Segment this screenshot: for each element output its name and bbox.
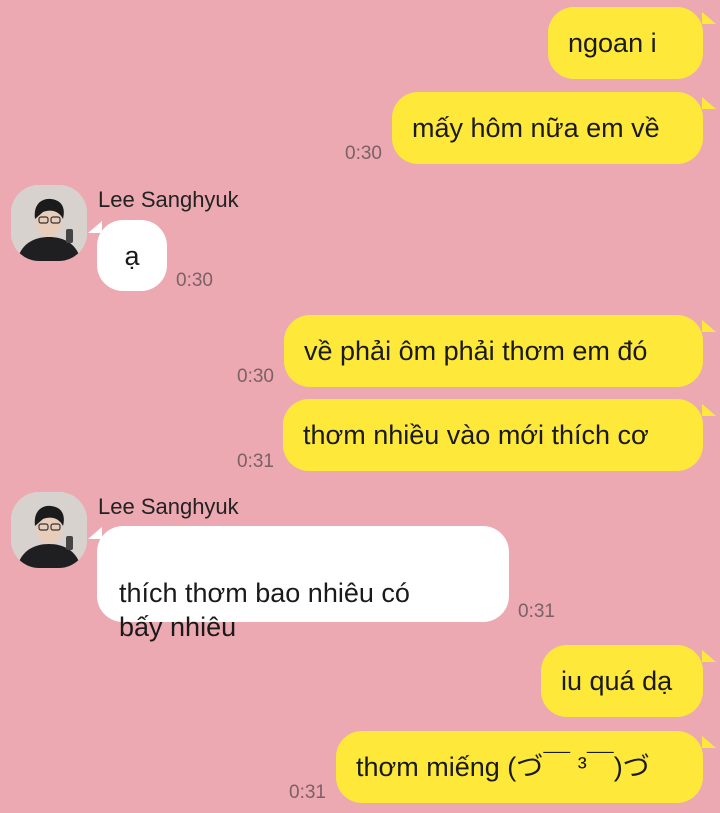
bubble-tail	[702, 736, 716, 748]
bubble-tail	[702, 97, 716, 109]
message-bubble-outgoing[interactable]: ngoan i	[548, 7, 703, 79]
message-bubble-incoming[interactable]: ạ	[97, 220, 167, 291]
message-time: 0:31	[237, 451, 274, 472]
profile-photo-icon	[11, 492, 87, 568]
message-bubble-incoming[interactable]: thích thơm bao nhiêu có bấy nhiêu	[97, 526, 509, 642]
message-text: iu quá dạ	[561, 666, 673, 696]
bubble-tail	[702, 320, 716, 332]
message-text: thích thơm bao nhiêu có bấy nhiêu	[119, 578, 410, 642]
profile-photo-icon	[11, 185, 87, 261]
contact-avatar[interactable]	[11, 492, 87, 568]
bubble-tail	[702, 650, 716, 662]
message-bubble-outgoing[interactable]: thơm nhiều vào mới thích cơ	[283, 399, 703, 471]
message-bubble-outgoing[interactable]: mấy hôm nữa em về	[392, 92, 703, 164]
bubble-tail	[702, 12, 716, 24]
message-time: 0:30	[345, 143, 382, 164]
message-bubble-outgoing[interactable]: về phải ôm phải thơm em đó	[284, 315, 703, 387]
message-text: ạ	[124, 240, 140, 271]
message-bubble-outgoing[interactable]: thơm miếng (づ￣ ³￣)づ	[336, 731, 703, 803]
message-text: ngoan i	[568, 28, 657, 58]
message-time: 0:30	[176, 270, 213, 291]
contact-avatar[interactable]	[11, 185, 87, 261]
message-text: về phải ôm phải thơm em đó	[304, 336, 648, 366]
message-time: 0:30	[237, 366, 274, 387]
message-text: mấy hôm nữa em về	[412, 113, 660, 143]
message-bubble-outgoing[interactable]: iu quá dạ	[541, 645, 703, 717]
message-text: thơm miếng (づ￣ ³￣)づ	[356, 752, 650, 782]
contact-name: Lee Sanghyuk	[98, 494, 239, 519]
bubble-tail	[88, 527, 102, 539]
message-time: 0:31	[518, 601, 555, 622]
message-time: 0:31	[289, 782, 326, 803]
bubble-tail	[702, 404, 716, 416]
message-text: thơm nhiều vào mới thích cơ	[303, 420, 649, 450]
contact-name: Lee Sanghyuk	[98, 187, 239, 212]
bubble-tail	[88, 221, 102, 233]
